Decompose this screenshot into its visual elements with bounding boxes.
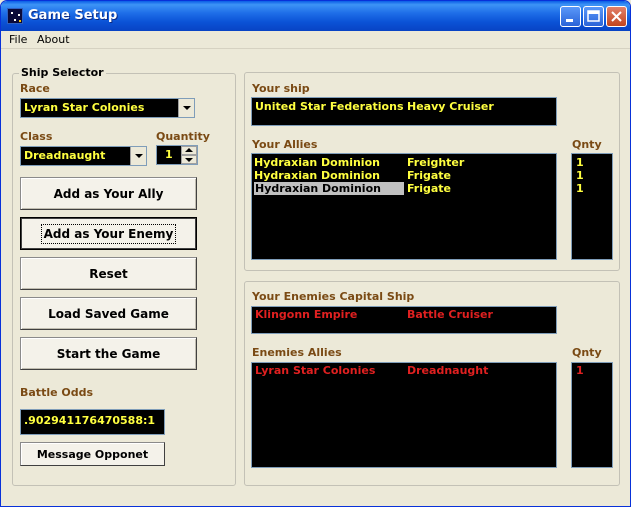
starfield-icon <box>7 8 23 24</box>
minimize-button[interactable] <box>560 6 581 27</box>
enemy-capital-race: Klingonn Empire <box>255 308 358 321</box>
add-ally-label: Add as Your Ally <box>53 186 164 201</box>
ally-qnty: 1 <box>576 182 584 195</box>
minimize-icon <box>566 19 573 22</box>
ally-qnty: 1 <box>576 169 584 182</box>
spin-down-icon[interactable] <box>181 155 197 164</box>
close-icon <box>611 11 622 22</box>
class-value: Dreadnaught <box>24 149 106 162</box>
your-allies-list[interactable]: Hydraxian Dominion Freighter Hydraxian D… <box>251 153 557 260</box>
ship-selector-label: Ship Selector <box>19 66 106 79</box>
enemy-ally-race: Lyran Star Colonies <box>255 364 376 377</box>
ally-class: Freighter <box>407 156 465 169</box>
class-label: Class <box>20 130 53 143</box>
your-allies-qnty-list[interactable]: 1 1 1 <box>571 153 613 260</box>
reset-button[interactable]: Reset <box>20 257 197 290</box>
enemy-capital-row[interactable]: Klingonn Empire Battle Cruiser <box>252 308 556 321</box>
title-bar[interactable]: Game Setup <box>1 1 630 31</box>
reset-label: Reset <box>89 266 128 281</box>
list-item-selected[interactable]: Hydraxian Dominion Frigate <box>252 182 556 195</box>
menu-about[interactable]: About <box>37 33 70 46</box>
race-label: Race <box>20 82 50 95</box>
enemy-allies-qnty-list[interactable]: 1 <box>571 362 613 468</box>
class-dropdown[interactable]: Dreadnaught <box>20 146 147 166</box>
battle-odds-value: .902941176470588:1 <box>24 414 156 427</box>
ally-qnty: 1 <box>576 156 584 169</box>
list-item[interactable]: Hydraxian Dominion Freighter <box>252 156 556 169</box>
enemy-capital-class: Battle Cruiser <box>407 308 493 321</box>
race-dropdown[interactable]: Lyran Star Colonies <box>20 98 195 118</box>
chevron-down-icon[interactable] <box>130 147 146 165</box>
battle-odds-field: .902941176470588:1 <box>20 409 165 435</box>
battle-odds-label: Battle Odds <box>20 386 94 399</box>
add-enemy-label: Add as Your Enemy <box>40 223 177 244</box>
load-saved-game-button[interactable]: Load Saved Game <box>20 297 197 330</box>
maximize-button[interactable] <box>583 6 604 27</box>
ally-race: Hydraxian Dominion <box>254 156 380 169</box>
list-item[interactable]: Hydraxian Dominion Frigate <box>252 169 556 182</box>
close-button[interactable] <box>606 6 627 27</box>
add-enemy-button[interactable]: Add as Your Enemy <box>20 217 197 250</box>
quantity-value: 1 <box>165 148 173 161</box>
menu-file[interactable]: File <box>9 33 27 46</box>
add-ally-button[interactable]: Add as Your Ally <box>20 177 197 210</box>
maximize-icon <box>587 10 600 22</box>
enemy-ally-qnty: 1 <box>576 364 584 377</box>
list-item[interactable]: Lyran Star Colonies Dreadnaught <box>252 364 556 377</box>
menu-bar: File About <box>1 31 630 49</box>
window-title: Game Setup <box>28 8 118 23</box>
chevron-down-icon[interactable] <box>178 99 194 117</box>
your-ship-label: Your ship <box>252 82 310 95</box>
start-game-label: Start the Game <box>56 346 161 361</box>
game-setup-window: Game Setup File About Ship Selector Race… <box>0 0 631 507</box>
enemy-capital-box[interactable]: Klingonn Empire Battle Cruiser <box>251 306 557 334</box>
ally-class: Frigate <box>407 169 452 182</box>
enemy-allies-label: Enemies Allies <box>252 346 342 359</box>
load-saved-label: Load Saved Game <box>48 306 169 321</box>
enemy-capital-label: Your Enemies Capital Ship <box>252 290 415 303</box>
ally-race: Hydraxian Dominion <box>254 169 380 182</box>
your-ship-race: United Star Federations <box>255 100 404 113</box>
your-allies-label: Your Allies <box>252 138 318 151</box>
your-allies-qnty-label: Qnty <box>572 138 602 151</box>
your-ship-class: Heavy Cruiser <box>407 100 494 113</box>
message-opponent-button[interactable]: Message Opponet <box>20 442 165 466</box>
quantity-stepper[interactable]: 1 <box>156 145 198 165</box>
enemy-ally-class: Dreadnaught <box>407 364 489 377</box>
enemy-allies-qnty-label: Qnty <box>572 346 602 359</box>
race-value: Lyran Star Colonies <box>24 101 145 114</box>
your-ship-box[interactable]: United Star Federations Heavy Cruiser <box>251 97 557 126</box>
ally-class: Frigate <box>407 182 452 195</box>
enemy-allies-list[interactable]: Lyran Star Colonies Dreadnaught <box>251 362 557 468</box>
start-game-button[interactable]: Start the Game <box>20 337 197 370</box>
ally-race: Hydraxian Dominion <box>254 182 404 195</box>
message-opponent-label: Message Opponet <box>36 447 149 461</box>
your-ship-row[interactable]: United Star Federations Heavy Cruiser <box>252 100 556 113</box>
quantity-label: Quantity <box>156 130 210 143</box>
spin-up-icon[interactable] <box>181 146 197 155</box>
